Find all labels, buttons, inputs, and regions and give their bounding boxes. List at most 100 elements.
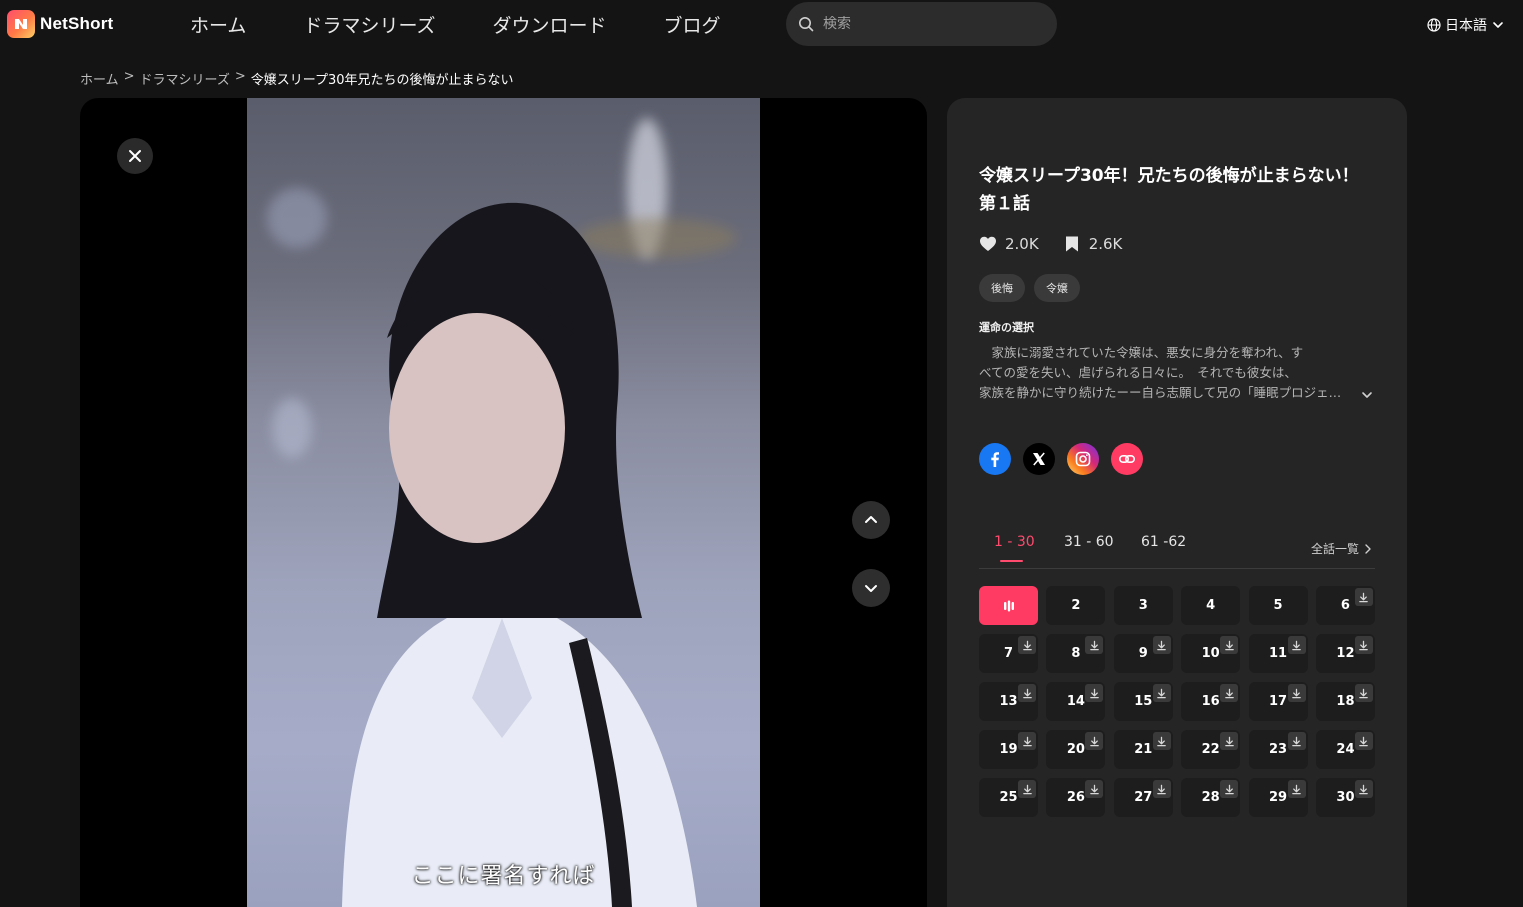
all-episodes-link[interactable]: 全話一覧 xyxy=(1311,540,1373,557)
download-icon[interactable] xyxy=(1085,684,1104,702)
download-icon[interactable] xyxy=(1018,732,1036,750)
episode-button[interactable]: 19 xyxy=(979,730,1038,769)
episode-button[interactable]: 16 xyxy=(1181,682,1241,721)
episode-info-panel: 令嬢スリープ30年！兄たちの後悔が止まらない！ 第１話 2.0K 2.6K 後悔… xyxy=(947,98,1407,907)
logo-mark-icon xyxy=(7,10,35,38)
description-title: 運命の選択 xyxy=(979,321,1034,334)
video-frame[interactable]: ここに署名すれば xyxy=(247,98,760,907)
nav-download[interactable]: ダウンロード xyxy=(493,11,607,38)
episode-number: 29 xyxy=(1269,790,1288,805)
download-icon[interactable] xyxy=(1018,684,1036,702)
download-icon[interactable] xyxy=(1287,732,1306,750)
episode-button[interactable]: 26 xyxy=(1046,778,1106,817)
episode-button[interactable]: 20 xyxy=(1046,730,1106,769)
episode-button[interactable]: 12 xyxy=(1315,634,1375,673)
download-icon[interactable] xyxy=(1287,684,1306,702)
episode-title: 令嬢スリープ30年！兄たちの後悔が止まらない！ 第１話 xyxy=(979,166,1359,214)
episode-button[interactable]: 24 xyxy=(1315,730,1375,769)
tab-range-1-30[interactable]: 1 - 30 xyxy=(994,534,1035,550)
episode-button[interactable]: 27 xyxy=(1113,778,1173,817)
copy-link-button[interactable] xyxy=(1111,443,1143,475)
episode-button[interactable]: 22 xyxy=(1181,730,1241,769)
episode-button[interactable]: 9 xyxy=(1113,634,1173,673)
episode-button[interactable]: 10 xyxy=(1181,634,1241,673)
download-icon[interactable] xyxy=(1287,636,1306,654)
share-instagram-button[interactable] xyxy=(1067,443,1099,475)
close-player-button[interactable] xyxy=(117,138,153,174)
tag-chip[interactable]: 令嬢 xyxy=(1034,274,1080,302)
download-icon[interactable] xyxy=(1152,636,1171,654)
episode-button[interactable]: 17 xyxy=(1248,682,1308,721)
episode-button[interactable]: 28 xyxy=(1181,778,1241,817)
download-icon[interactable] xyxy=(1354,588,1373,606)
download-icon[interactable] xyxy=(1354,636,1373,654)
episode-button[interactable]: 13 xyxy=(979,682,1038,721)
tab-range-31-60[interactable]: 31 - 60 xyxy=(1064,534,1114,550)
download-icon[interactable] xyxy=(1220,636,1239,654)
download-icon[interactable] xyxy=(1018,636,1036,654)
nav-home[interactable]: ホーム xyxy=(190,11,246,38)
episode-button[interactable]: 3 xyxy=(1113,586,1173,625)
close-icon xyxy=(129,150,141,162)
episode-button[interactable]: 11 xyxy=(1248,634,1308,673)
episode-button[interactable]: 21 xyxy=(1113,730,1173,769)
episode-button[interactable]: 25 xyxy=(979,778,1038,817)
download-icon[interactable] xyxy=(1220,684,1239,702)
brand-logo[interactable]: NetShort xyxy=(7,10,113,38)
download-icon[interactable] xyxy=(1354,684,1373,702)
video-player[interactable]: ここに署名すれば xyxy=(80,98,927,907)
download-icon[interactable] xyxy=(1220,732,1239,750)
next-episode-button[interactable] xyxy=(852,569,890,607)
download-icon[interactable] xyxy=(1018,780,1036,798)
episode-button[interactable]: 14 xyxy=(1046,682,1106,721)
episode-range-tabs: 1 - 30 31 - 60 61 -62 全話一覧 xyxy=(979,532,1375,569)
search-icon xyxy=(799,17,814,32)
download-icon[interactable] xyxy=(1152,780,1171,798)
download-icon[interactable] xyxy=(1152,684,1171,702)
breadcrumb-home[interactable]: ホーム xyxy=(80,69,119,88)
episode-button[interactable]: 6 xyxy=(1315,586,1375,625)
chevron-up-icon xyxy=(865,516,877,523)
nav-drama-series[interactable]: ドラマシリーズ xyxy=(303,11,435,38)
episode-button[interactable]: 30 xyxy=(1315,778,1375,817)
episode-button[interactable]: 7 xyxy=(979,634,1038,673)
episode-button[interactable]: 15 xyxy=(1113,682,1173,721)
tab-range-61-62[interactable]: 61 -62 xyxy=(1141,534,1186,550)
search-input[interactable] xyxy=(823,16,1023,32)
share-facebook-button[interactable] xyxy=(979,443,1011,475)
download-icon[interactable] xyxy=(1354,732,1373,750)
download-icon[interactable] xyxy=(1220,780,1239,798)
download-icon[interactable] xyxy=(1354,780,1373,798)
bookmark-button[interactable]: 2.6K xyxy=(1063,235,1122,253)
episode-number: 24 xyxy=(1336,742,1355,757)
breadcrumb: ホーム > ドラマシリーズ > 令嬢スリープ30年兄たちの後悔が止まらない xyxy=(80,69,514,88)
brand-name: NetShort xyxy=(40,14,114,33)
episode-button[interactable]: 4 xyxy=(1181,586,1241,625)
previous-episode-button[interactable] xyxy=(852,501,890,539)
episode-button[interactable]: 8 xyxy=(1046,634,1106,673)
description-line: 家族を静かに守り続けたーー自ら志願して兄の「睡眠プロジェクト」 xyxy=(979,385,1351,400)
download-icon[interactable] xyxy=(1085,636,1104,654)
breadcrumb-category[interactable]: ドラマシリーズ xyxy=(140,69,230,88)
tag-chip[interactable]: 後悔 xyxy=(979,274,1025,302)
share-x-button[interactable] xyxy=(1023,443,1055,475)
like-button[interactable]: 2.0K xyxy=(979,235,1039,253)
episode-stats: 2.0K 2.6K xyxy=(979,235,1122,253)
download-icon[interactable] xyxy=(1085,732,1104,750)
expand-description-icon[interactable] xyxy=(1360,388,1374,402)
description-line: べての愛を失い、虐げられる日々に。 それでも彼女は、 xyxy=(979,365,1297,380)
episode-button[interactable]: 2 xyxy=(1046,586,1106,625)
nav-blog[interactable]: ブログ xyxy=(664,11,721,38)
share-buttons xyxy=(979,443,1143,475)
download-icon[interactable] xyxy=(1085,780,1104,798)
language-selector[interactable]: 日本語 xyxy=(1427,15,1505,35)
episode-button[interactable]: 23 xyxy=(1248,730,1308,769)
episode-button[interactable]: 29 xyxy=(1248,778,1308,817)
download-icon[interactable] xyxy=(1287,780,1306,798)
search-bar[interactable] xyxy=(786,2,1057,46)
episode-button[interactable]: 5 xyxy=(1248,586,1308,625)
episode-button[interactable]: 18 xyxy=(1315,682,1375,721)
episode-number: 28 xyxy=(1201,790,1220,805)
download-icon[interactable] xyxy=(1152,732,1171,750)
episode-button-current[interactable] xyxy=(979,586,1038,625)
